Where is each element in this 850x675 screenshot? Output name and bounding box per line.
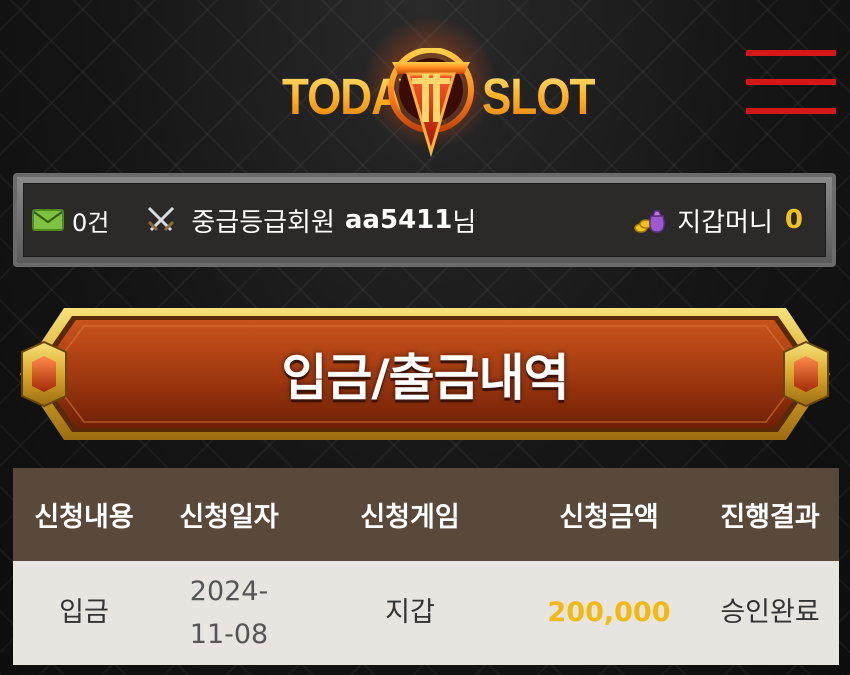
page-title-banner: 입금/출금내역 (14, 306, 836, 442)
member-id: aa5411 (344, 205, 453, 235)
column-header-request-amount: 신청금액 (517, 468, 701, 561)
page-title: 입금/출금내역 (281, 349, 569, 407)
wallet-label: 지갑머니 (677, 207, 773, 238)
message-count: 0건 (72, 208, 110, 237)
money-bag-icon (634, 210, 666, 233)
cell-request-game: 지갑 (303, 561, 517, 665)
cell-request-type: 입금 (13, 561, 155, 665)
envelope-icon (32, 209, 64, 231)
hamburger-line (746, 79, 836, 85)
table-header-row: 신청내용 신청일자 신청게임 신청금액 진행결과 (13, 468, 839, 561)
column-header-request-game: 신청게임 (303, 468, 517, 561)
hamburger-line (746, 108, 836, 114)
wallet-info[interactable]: 지갑머니 0 (633, 202, 803, 239)
cell-status: 승인완료 (701, 561, 839, 665)
member-info: 중급등급회원 aa5411 님 (145, 202, 476, 239)
member-grade: 중급등급회원 (191, 207, 335, 238)
crossed-swords-icon (148, 206, 175, 232)
deposit-withdraw-history-table: 신청내용 신청일자 신청게임 신청금액 진행결과 입금 2024-11-08 지… (13, 468, 839, 665)
user-info-inner: 0건 중급등급회원 aa5411 님 지갑머니 0 (23, 183, 826, 257)
column-header-status: 진행결과 (701, 468, 839, 561)
wallet-amount: 0 (784, 205, 803, 235)
cell-request-date: 2024-11-08 (155, 561, 303, 665)
logo-word-right: SLOT (482, 69, 596, 126)
hamburger-menu-button[interactable] (746, 50, 836, 116)
table-row[interactable]: 입금 2024-11-08 지갑 200,000 승인완료 (13, 561, 839, 665)
site-logo[interactable]: TODAY SLOT (270, 18, 596, 158)
column-header-request-type: 신청내용 (13, 468, 155, 561)
column-header-request-date: 신청일자 (155, 468, 303, 561)
logo-emblem-icon (388, 48, 474, 158)
message-link[interactable]: 0건 (32, 203, 109, 238)
hamburger-line (746, 50, 836, 56)
header: TODAY SLOT (0, 0, 850, 165)
member-suffix: 님 (452, 207, 477, 238)
cell-request-amount: 200,000 (517, 561, 701, 665)
user-info-bar: 0건 중급등급회원 aa5411 님 지갑머니 0 (13, 173, 836, 267)
